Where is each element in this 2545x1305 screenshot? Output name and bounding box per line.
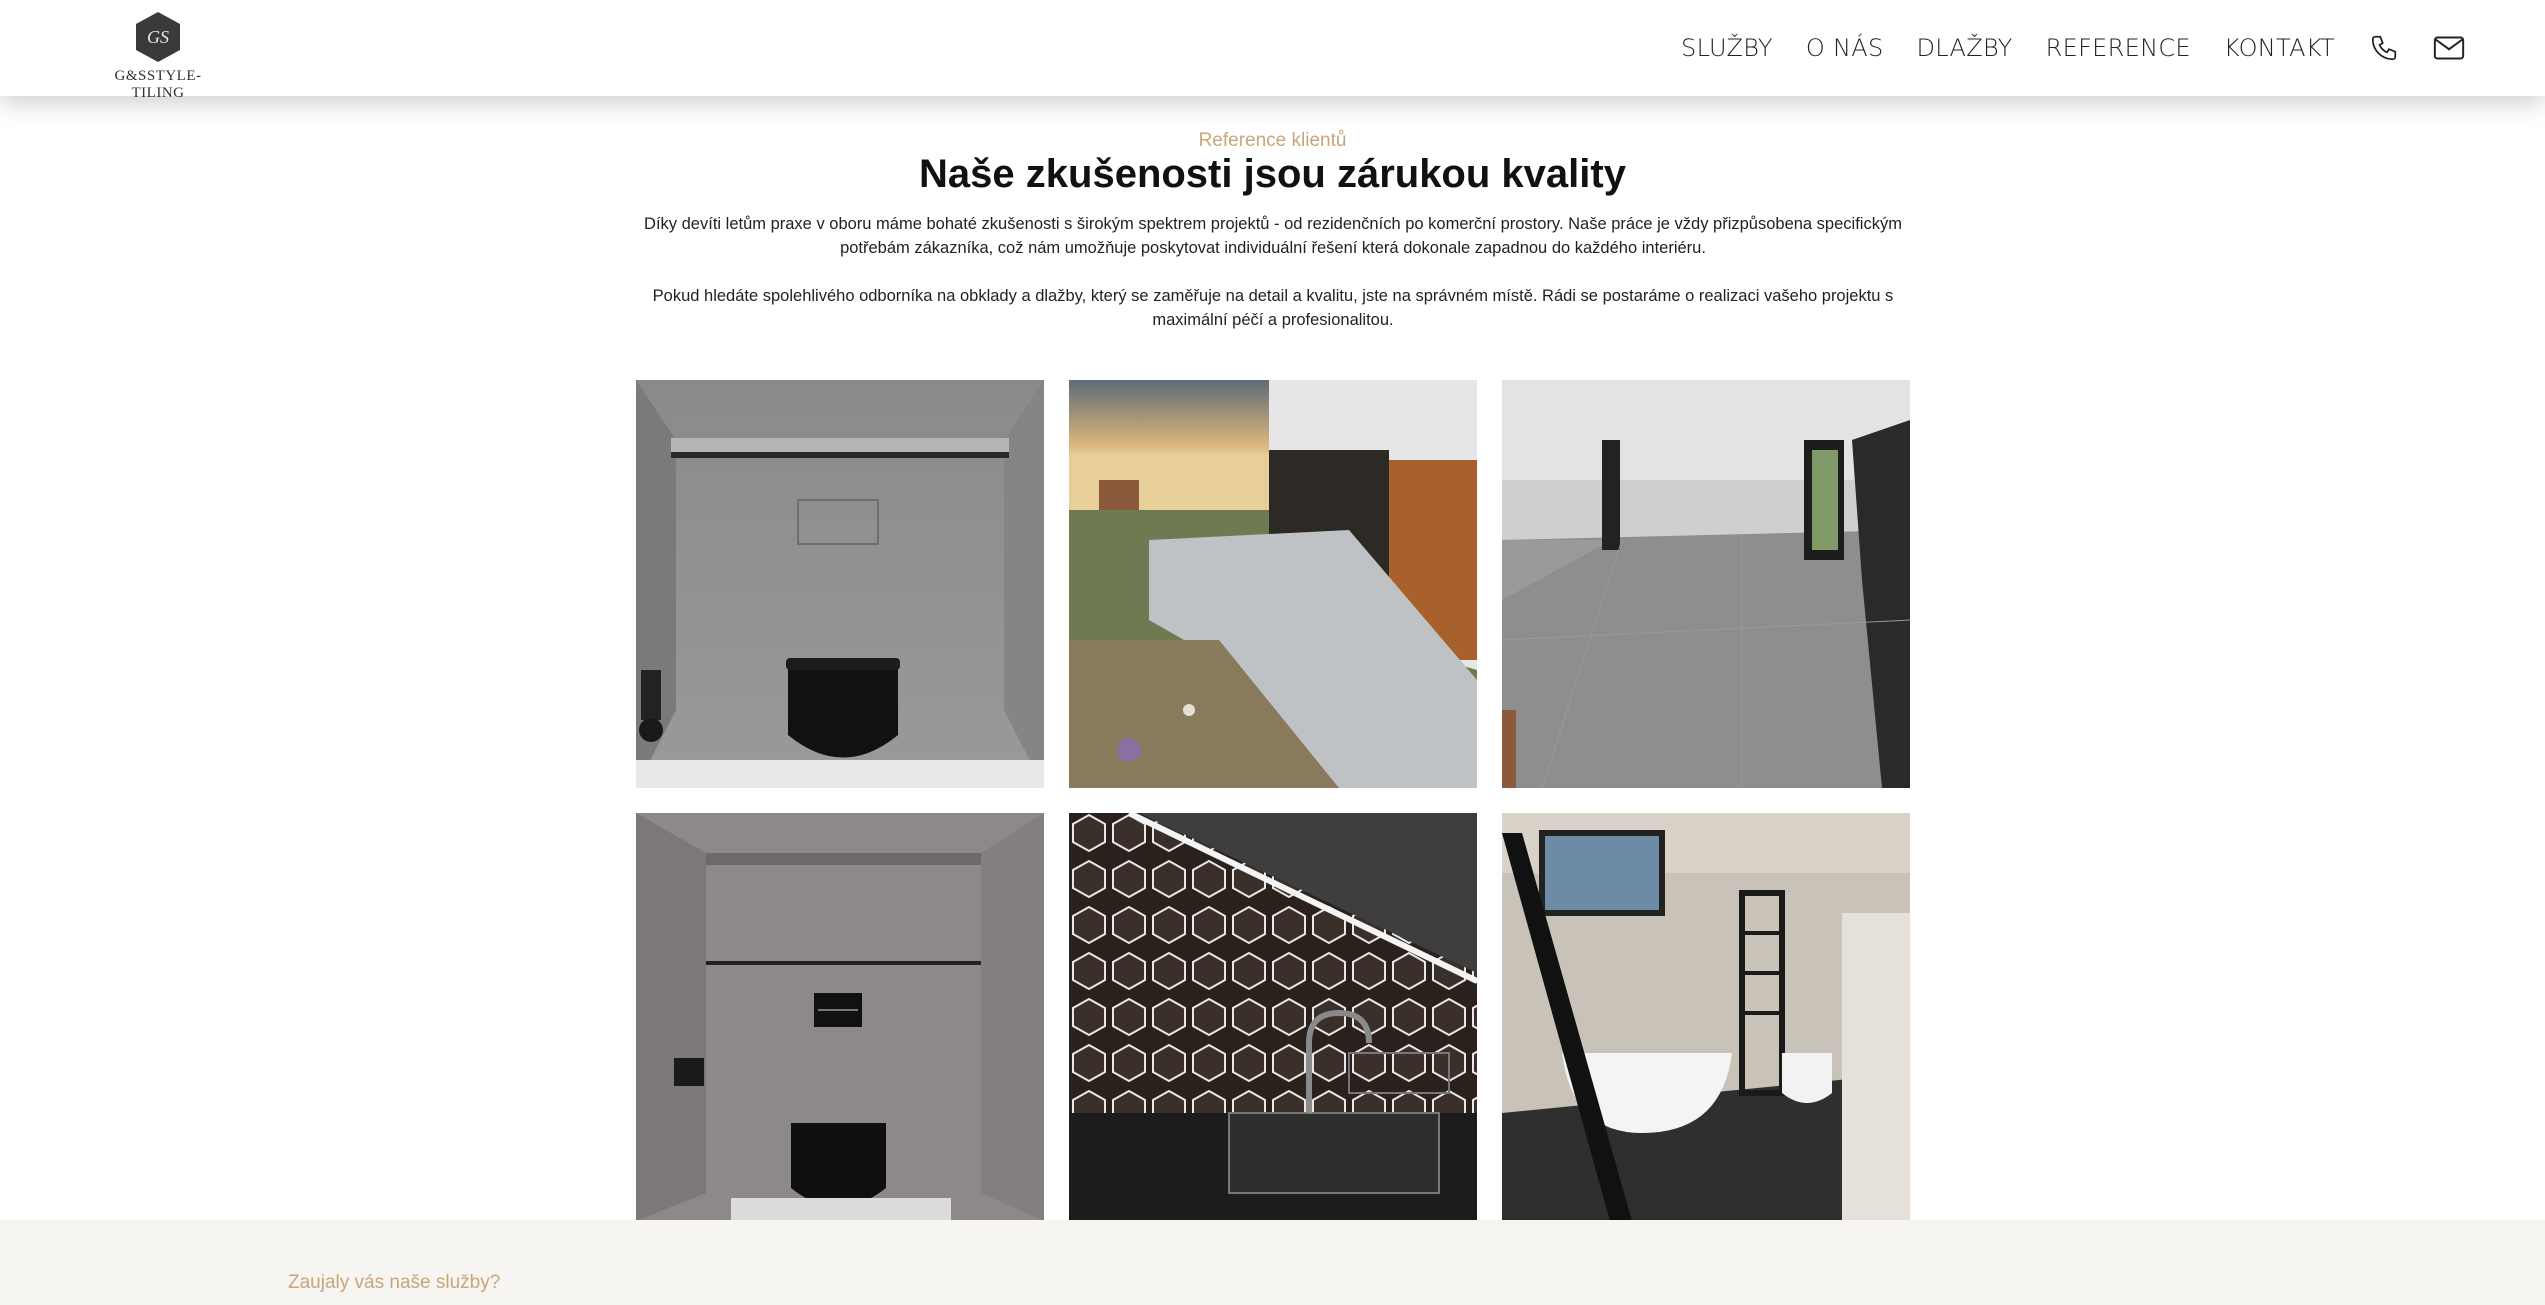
nav-item-dlazby[interactable]: DLAŽBY (1917, 34, 2013, 62)
exterior-terrace-photo[interactable] (1069, 380, 1477, 788)
nav-item-reference[interactable]: REFERENCE (2046, 34, 2191, 62)
references-paragraph-2: Pokud hledáte spolehlivého odborníka na … (652, 287, 1894, 329)
contact-cta-section: Zaujaly vás naše služby? (0, 1220, 2545, 1305)
bathroom-bathtub-photo[interactable] (1502, 813, 1910, 1221)
references-title: Naše zkušenosti jsou zárukou kvality (919, 152, 1626, 196)
toilet-grey-tiles-photo[interactable] (636, 380, 1044, 788)
empty-room-floor-photo[interactable] (1502, 380, 1910, 788)
nav-item-o-nas[interactable]: O NÁS (1806, 34, 1884, 62)
references-paragraph-1: Díky devíti letům praxe v oboru máme boh… (644, 215, 1902, 257)
toilet-black-flush-photo[interactable] (636, 813, 1044, 1221)
nav-item-sluzby[interactable]: SLUŽBY (1681, 34, 1773, 62)
main-nav: SLUŽBY O NÁS DLAŽBY REFERENCE KONTAKT (1681, 0, 2545, 96)
site-header: GS G&SSTYLE-TILING SLUŽBY O NÁS DLAŽBY R… (0, 0, 2545, 101)
logo-monogram: GS (147, 27, 169, 47)
nav-item-kontakt[interactable]: KONTAKT (2224, 34, 2335, 62)
mail-icon[interactable] (2433, 35, 2465, 61)
phone-icon[interactable] (2369, 33, 2399, 63)
cta-eyebrow: Zaujaly vás naše služby? (288, 1272, 501, 1293)
kitchen-hex-backsplash-photo[interactable] (1069, 813, 1477, 1221)
brand-name: G&SSTYLE-TILING (114, 68, 202, 101)
references-eyebrow: Reference klientů (1198, 130, 1347, 151)
logo-hexagon-icon: GS (136, 12, 180, 62)
logo[interactable]: GS G&SSTYLE-TILING (92, 10, 224, 101)
